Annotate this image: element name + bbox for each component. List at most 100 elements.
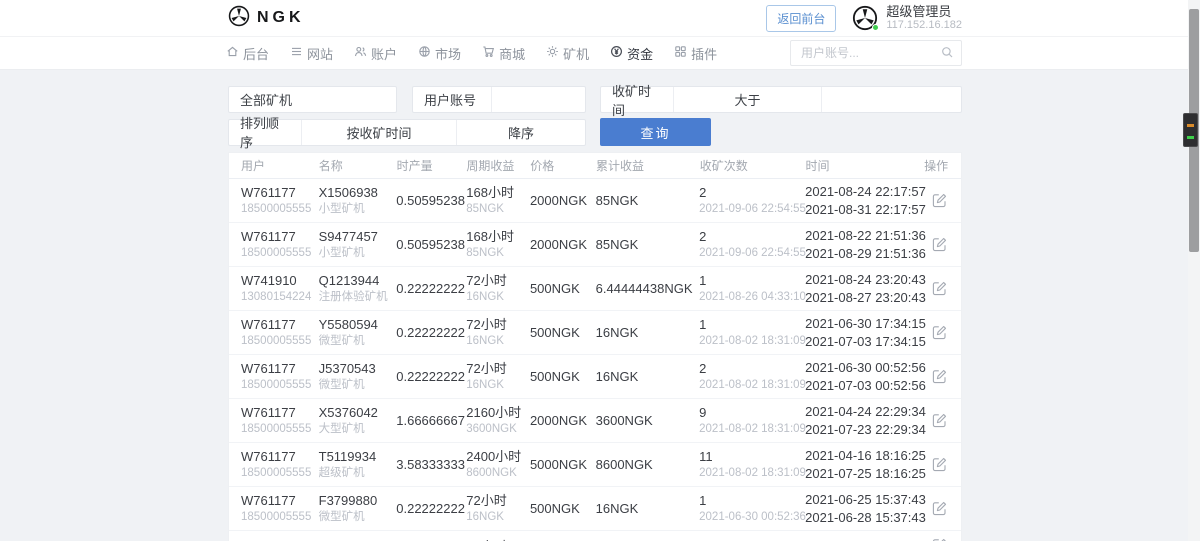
account-filter-label: 用户账号 [424, 93, 477, 108]
sort-order-label: 排列顺序 [240, 116, 280, 150]
scroll-overlay-widget[interactable] [1183, 113, 1198, 147]
query-button[interactable]: 查询 [600, 118, 711, 146]
col-name: 名称 [318, 159, 343, 173]
nav-item-accounts[interactable]: 账户 [354, 44, 397, 63]
time-cell: 2021-06-18 19:41:00 [805, 531, 926, 541]
overlay-orange-marker [1187, 124, 1194, 127]
plugin-icon [674, 45, 687, 61]
time-cell: 2021-08-24 22:17:57 2021-08-31 22:17:57 [805, 183, 926, 217]
harvest-time-label: 收矿时间 [612, 83, 652, 118]
overlay-green-marker [1187, 136, 1194, 139]
user-ip: 117.152.16.182 [886, 19, 962, 32]
price-cell: 500NGK [529, 324, 580, 340]
back-to-front-button[interactable]: 返回前台 [766, 4, 837, 32]
cycle-income-cell: 2400小时 8600NGK [466, 449, 522, 479]
total-income-cell [596, 531, 700, 541]
price-cell [530, 531, 596, 541]
col-hourly-output: 时产量 [396, 159, 433, 173]
harvest-count-cell: 1 2021-08-02 18:31:09 [699, 317, 806, 347]
nav-item-funds[interactable]: 资金 [610, 44, 653, 63]
hourly-output-cell: 3.58333333 [396, 456, 465, 472]
edit-icon[interactable] [924, 193, 955, 208]
user-role: 超级管理员 [886, 3, 952, 19]
operation-cell [924, 311, 961, 354]
main-navbar: 后台 网站 账户 市场 商城 矿机 资金 插件 [0, 37, 1200, 70]
operation-cell [924, 399, 961, 442]
account-filter-input[interactable] [503, 87, 574, 112]
time-cell: 2021-08-22 21:51:36 2021-08-29 21:51:36 [805, 227, 926, 261]
harvest-count-cell: 1 2021-06-30 00:52:36 [699, 493, 806, 523]
nav-item-miners[interactable]: 矿机 [546, 44, 589, 63]
total-income-cell: 16NGK [595, 368, 639, 384]
user-cell: W761177 18500005555 [241, 449, 312, 479]
user-menu[interactable]: 超级管理员 117.152.16.182 [852, 4, 962, 33]
nav-item-backend[interactable]: 后台 [226, 44, 269, 63]
name-cell: X1506938 小型矿机 [318, 185, 378, 215]
total-income-cell: 16NGK [595, 324, 639, 340]
funds-icon [610, 45, 623, 61]
price-cell: 500NGK [529, 500, 580, 516]
total-income-cell: 3600NGK [595, 412, 653, 428]
operation-cell [924, 355, 961, 398]
sort-field-select[interactable]: 按收矿时间 [301, 119, 456, 145]
user-cell: W741910 13080154224 [241, 273, 312, 303]
cycle-income-cell: 72小时 16NGK [466, 273, 507, 303]
user-cell: W761177 18500005555 [241, 361, 312, 391]
total-income-cell: 85NGK [595, 192, 639, 208]
user-cell: W761177 18500005555 [241, 493, 312, 523]
table-row: W741910 13080154224 Q1213944 注册体验矿机 0.2222… [229, 267, 961, 311]
price-cell: 5000NGK [529, 456, 588, 472]
shop-icon [482, 45, 495, 61]
col-user: 用户 [241, 159, 266, 173]
top-header: NGK 返回前台 超级管理员 117.152.16.182 [0, 0, 1200, 37]
ngk-logo-icon [228, 5, 250, 32]
time-cell: 2021-06-30 00:52:56 2021-07-03 00:52:56 [805, 359, 926, 393]
nav-item-market[interactable]: 市场 [418, 44, 461, 63]
edit-icon[interactable] [924, 281, 955, 296]
time-cell: 2021-08-24 23:20:43 2021-08-27 23:20:43 [805, 271, 926, 305]
brand-name: NGK [257, 9, 305, 26]
hourly-output-cell: 1.66666667 [396, 412, 465, 428]
nav-item-site[interactable]: 网站 [290, 44, 333, 63]
cycle-income-cell: 72小时 16NGK [466, 493, 507, 523]
hourly-output-cell: 0.22222222 [396, 324, 465, 340]
market-icon [418, 45, 431, 61]
edit-icon[interactable] [924, 369, 955, 384]
operation-cell [924, 531, 961, 541]
account-filter-group: 用户账号 [412, 86, 586, 113]
cycle-income-cell: 168小时 85NGK [466, 185, 514, 215]
name-cell: S9477457 小型矿机 [318, 229, 378, 259]
table-header: 用户 名称 时产量 周期收益 价格 累计收益 收矿次数 时间 操作 [229, 153, 961, 179]
edit-icon[interactable] [924, 457, 955, 472]
edit-icon[interactable] [924, 325, 955, 340]
edit-icon[interactable] [924, 413, 955, 428]
col-operation: 操作 [924, 159, 949, 173]
time-cell: 2021-04-24 22:29:34 2021-07-23 22:29:34 [805, 403, 926, 437]
name-cell: Q1213944 注册体验矿机 [318, 273, 388, 303]
operation-cell [924, 223, 961, 266]
operation-cell [924, 179, 961, 222]
col-harvest-count: 收矿次数 [699, 159, 748, 173]
harvest-count-cell: 2 2021-08-02 18:31:09 [699, 361, 806, 391]
edit-icon[interactable] [924, 501, 955, 516]
sort-direction-select[interactable]: 降序 [456, 119, 585, 145]
harvest-time-filter-group: 收矿时间 大于 [600, 83, 962, 118]
user-account-search-input[interactable] [790, 40, 962, 66]
time-cell: 2021-06-30 17:34:15 2021-07-03 17:34:15 [805, 315, 926, 349]
time-operator-select[interactable]: 大于 [673, 87, 821, 112]
harvest-time-input[interactable] [833, 87, 950, 112]
miner-type-select[interactable]: 全部矿机 [228, 86, 397, 113]
hourly-output-cell: 0.22222222 [396, 280, 465, 296]
search-icon[interactable] [941, 46, 954, 64]
nav-item-plugins[interactable]: 插件 [674, 44, 717, 63]
harvest-count-cell: 2 2021-09-06 22:54:55 [699, 185, 806, 215]
time-cell: 2021-04-16 18:16:25 2021-07-25 18:16:25 [805, 447, 926, 481]
table-row: W761177 18500005555 F3799880 微型矿机 0.222222… [229, 487, 961, 531]
hourly-output-cell: 0.50595238 [396, 236, 465, 252]
total-income-cell: 85NGK [595, 236, 639, 252]
scrollbar-track[interactable] [1188, 0, 1200, 541]
price-cell: 500NGK [529, 280, 580, 296]
edit-icon[interactable] [924, 237, 955, 252]
nav-item-shop[interactable]: 商城 [482, 44, 525, 63]
table-row: W761177 18500005555 J5370543 微型矿机 0.222222… [229, 355, 961, 399]
